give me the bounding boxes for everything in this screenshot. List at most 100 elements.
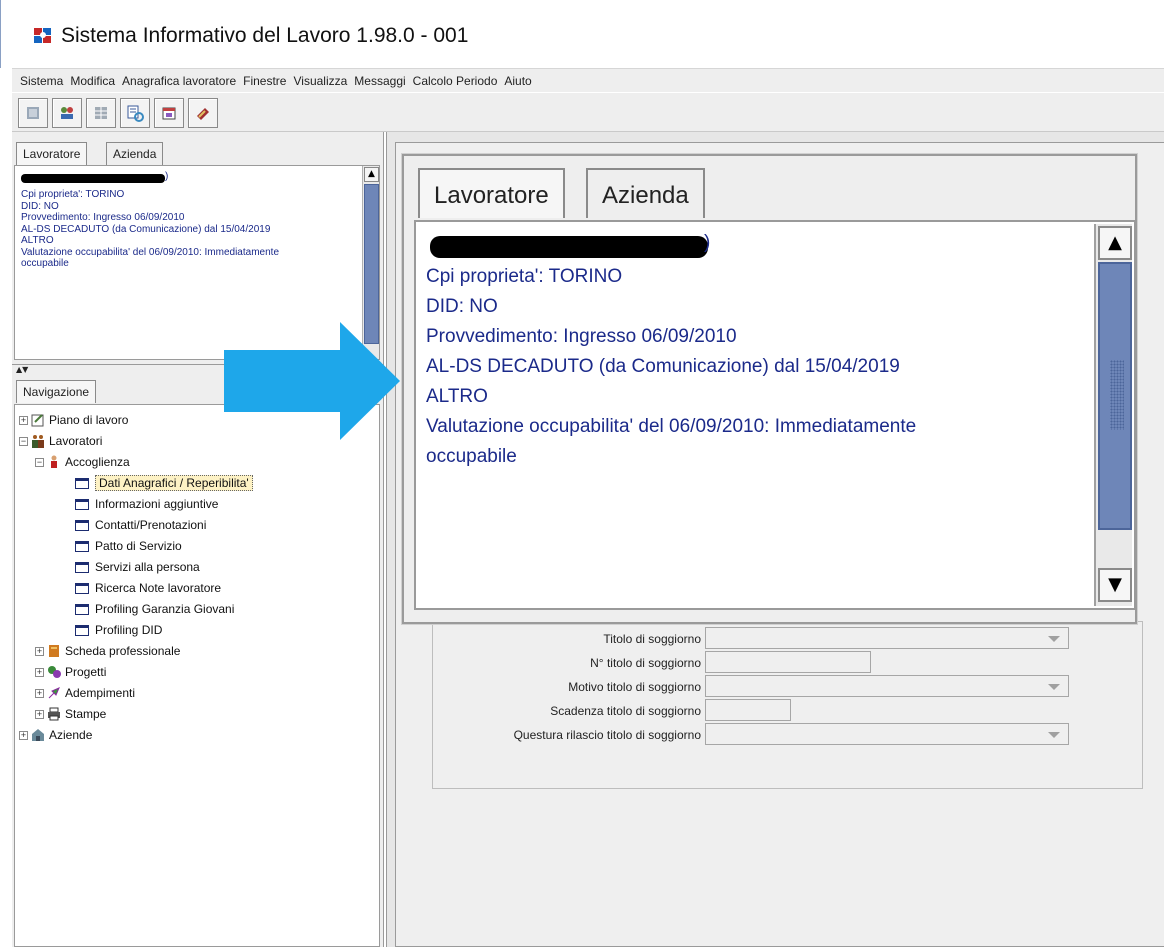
zoom-info-box: ) Cpi proprieta': TORINO DID: NO Provved… xyxy=(414,220,1136,610)
tree-item-ricerca[interactable]: Ricerca Note lavoratore xyxy=(75,578,221,598)
tree-item-servizi[interactable]: Servizi alla persona xyxy=(75,557,200,577)
callout-arrow-icon xyxy=(224,322,400,440)
tree-item-adempimenti[interactable]: + Adempimenti xyxy=(35,683,135,703)
table-icon xyxy=(95,107,107,119)
zoom-info-altro: ALTRO xyxy=(426,386,488,407)
expand-icon[interactable]: + xyxy=(35,646,44,656)
expand-icon[interactable]: + xyxy=(35,709,44,719)
scadenza-input[interactable] xyxy=(705,699,791,721)
tree-item-piano[interactable]: + Piano di lavoro xyxy=(19,410,128,430)
titolo-select[interactable] xyxy=(705,627,1069,649)
expand-icon[interactable]: + xyxy=(35,667,44,677)
document-refresh-icon xyxy=(127,105,144,122)
menu-messaggi[interactable]: Messaggi xyxy=(354,74,405,88)
tree-label-ricerca: Ricerca Note lavoratore xyxy=(95,581,222,595)
expand-icon[interactable]: + xyxy=(19,730,28,740)
tab-navigazione[interactable]: Navigazione xyxy=(16,380,97,403)
menu-visualizza[interactable]: Visualizza xyxy=(293,74,347,88)
window-icon xyxy=(75,624,89,636)
person-icon xyxy=(51,455,57,468)
tree-item-patto[interactable]: Patto di Servizio xyxy=(75,536,182,556)
toolbar-button-6[interactable] xyxy=(188,98,218,128)
tree-item-scheda[interactable]: + Scheda professionale xyxy=(35,641,180,661)
zoom-scrollbar[interactable]: ▲ ▼ xyxy=(1094,224,1132,606)
menu-sistema[interactable]: Sistema xyxy=(20,74,63,88)
tree-item-progetti[interactable]: + Progetti xyxy=(35,662,106,682)
residence-permit-section: Titolo di soggiorno N° titolo di soggior… xyxy=(432,621,1143,789)
toolbar-button-5[interactable] xyxy=(154,98,184,128)
building-icon xyxy=(32,729,44,741)
tree-item-dati-anagrafici[interactable]: Dati Anagrafici / Reperibilita' xyxy=(75,473,253,493)
left-panel: Lavoratore Azienda ) Cpi proprieta': TOR… xyxy=(12,132,384,947)
toolbar-button-4[interactable] xyxy=(120,98,150,128)
menu-modifica[interactable]: Modifica xyxy=(70,74,115,88)
tree-item-profiling-gg[interactable]: Profiling Garanzia Giovani xyxy=(75,599,234,619)
tab-azienda[interactable]: Azienda xyxy=(106,142,164,165)
zoom-info-valutazione: Valutazione occupabilita' del 06/09/2010… xyxy=(426,416,917,437)
numero-input[interactable] xyxy=(705,651,871,673)
menu-anagrafica-lavoratore[interactable]: Anagrafica lavoratore xyxy=(122,74,236,88)
tree-label-progetti: Progetti xyxy=(65,665,107,679)
info-cpi: Cpi proprieta': TORINO xyxy=(21,189,125,200)
expand-icon[interactable]: + xyxy=(35,688,44,698)
projects-icon xyxy=(48,666,61,678)
title-bar: Sistema Informativo del Lavoro 1.98.0 - … xyxy=(0,0,1164,68)
tree-label-informazioni: Informazioni aggiuntive xyxy=(95,497,219,511)
redacted-name xyxy=(21,174,165,183)
calendar-icon xyxy=(162,107,176,120)
window-icon xyxy=(75,603,89,615)
collapse-icon[interactable]: − xyxy=(19,436,28,446)
zoom-tab-lavoratore[interactable]: Lavoratore xyxy=(418,168,565,218)
scroll-up-icon[interactable]: ▲ xyxy=(364,167,379,182)
tree-item-profiling-did[interactable]: Profiling DID xyxy=(75,620,162,640)
splitter-arrows-icon[interactable]: ▲▼ xyxy=(16,365,28,374)
toolbar-button-1[interactable] xyxy=(18,98,48,128)
tree-label-aziende: Aziende xyxy=(49,728,93,742)
tree-label-stampe: Stampe xyxy=(65,707,107,721)
scroll-thumb[interactable] xyxy=(1098,262,1132,530)
dropdown-caret-icon xyxy=(1048,636,1060,642)
zoom-info-stato: AL-DS DECADUTO (da Comunicazione) dal 15… xyxy=(426,356,900,377)
window-icon xyxy=(75,498,89,510)
zoom-tab-azienda[interactable]: Azienda xyxy=(586,168,705,218)
zoomed-info-callout: Lavoratore Azienda ) Cpi proprieta': TOR… xyxy=(402,154,1137,624)
navigation-tree: + Piano di lavoro − Lavoratori − Accogli… xyxy=(14,404,380,947)
workers-icon xyxy=(32,435,44,448)
menu-calcolo-periodo[interactable]: Calcolo Periodo xyxy=(413,74,498,88)
scroll-up-icon[interactable]: ▲ xyxy=(1098,226,1132,260)
window-icon xyxy=(75,582,89,594)
tree-item-stampe[interactable]: + Stampe xyxy=(35,704,106,724)
scroll-grip-icon xyxy=(1110,360,1124,430)
arrows-icon xyxy=(48,687,60,699)
menu-finestre[interactable]: Finestre xyxy=(243,74,286,88)
people-search-icon xyxy=(61,107,73,119)
info-stato: AL-DS DECADUTO (da Comunicazione) dal 15… xyxy=(21,223,271,235)
toolbar-button-2[interactable] xyxy=(52,98,82,128)
tree-label-dati-anagrafici: Dati Anagrafici / Reperibilita' xyxy=(95,475,253,491)
tree-item-lavoratori[interactable]: − Lavoratori xyxy=(19,431,102,451)
menu-aiuto[interactable]: Aiuto xyxy=(504,74,531,88)
toolbar xyxy=(12,92,1164,132)
dropdown-caret-icon xyxy=(1048,732,1060,738)
scroll-down-icon[interactable]: ▼ xyxy=(1098,568,1132,602)
tree-item-contatti[interactable]: Contatti/Prenotazioni xyxy=(75,515,206,535)
toolbar-button-3[interactable] xyxy=(86,98,116,128)
window-icon xyxy=(75,561,89,573)
info-altro: ALTRO xyxy=(21,235,54,246)
collapse-icon[interactable]: − xyxy=(35,457,44,467)
zoom-info-provvedimento: Provvedimento: Ingresso 06/09/2010 xyxy=(426,326,737,347)
scroll-thumb[interactable] xyxy=(364,184,379,344)
tree-item-aziende[interactable]: + Aziende xyxy=(19,725,92,745)
zoom-info-valutazione-cont: occupabile xyxy=(426,446,517,467)
notepad-icon xyxy=(31,414,44,427)
tree-label-contatti: Contatti/Prenotazioni xyxy=(95,518,207,532)
tree-item-accoglienza[interactable]: − Accoglienza xyxy=(35,452,130,472)
tree-item-informazioni[interactable]: Informazioni aggiuntive xyxy=(75,494,218,514)
questura-select[interactable] xyxy=(705,723,1069,745)
motivo-select[interactable] xyxy=(705,675,1069,697)
label-numero: N° titolo di soggiorno xyxy=(590,656,701,670)
tree-label-profiling-gg: Profiling Garanzia Giovani xyxy=(95,602,235,616)
tab-lavoratore[interactable]: Lavoratore xyxy=(16,142,88,165)
info-provvedimento: Provvedimento: Ingresso 06/09/2010 xyxy=(21,212,185,223)
expand-icon[interactable]: + xyxy=(19,415,28,425)
